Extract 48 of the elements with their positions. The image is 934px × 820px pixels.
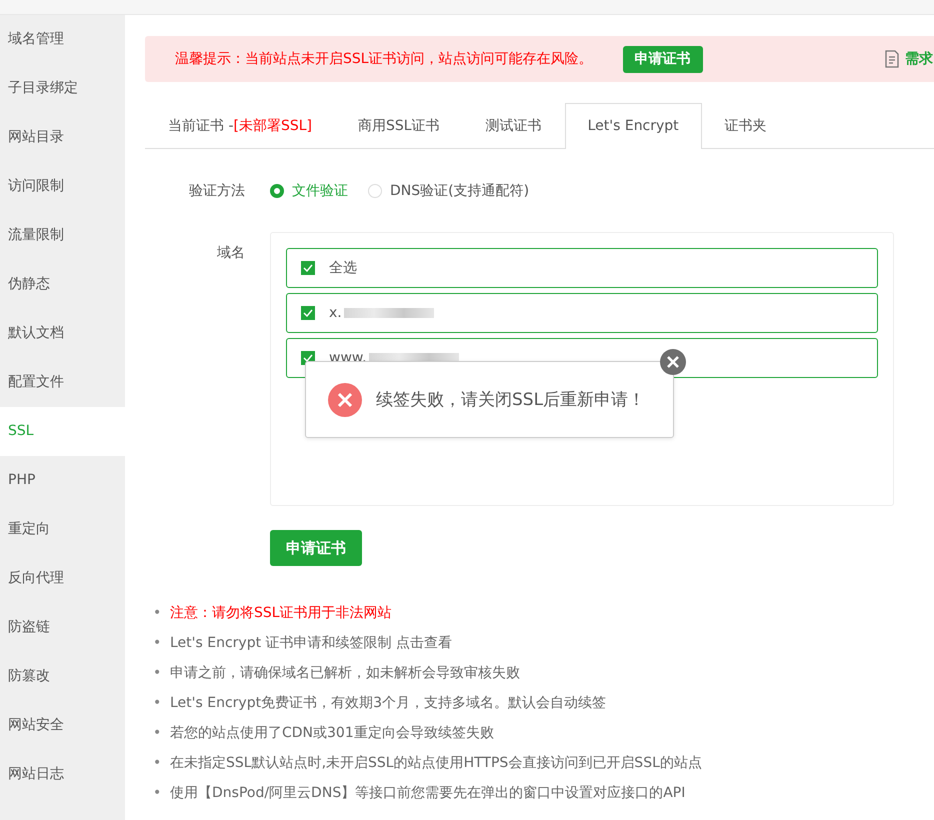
- bullet: •: [153, 784, 162, 802]
- error-message: 续签失败，请关闭SSL后重新申请！: [376, 389, 646, 411]
- sidebar-item[interactable]: 默认文档: [0, 309, 125, 358]
- domain-name: x.: [329, 305, 342, 321]
- note-text: Let's Encrypt免费证书，有效期3个月，支持多域名。默认会自动续签: [170, 694, 606, 712]
- tab[interactable]: 测试证书: [462, 103, 565, 148]
- note-text: 在未指定SSL默认站点时,未开启SSL的站点使用HTTPS会直接访问到已开启SSL的站点: [170, 754, 702, 772]
- sidebar-item[interactable]: 网站日志: [0, 750, 125, 799]
- sidebar-item[interactable]: 访问限制: [0, 162, 125, 211]
- checkbox[interactable]: [301, 306, 315, 320]
- tab[interactable]: 当前证书 -[未部署SSL]: [145, 103, 336, 148]
- close-icon[interactable]: [660, 349, 686, 375]
- sidebar-item[interactable]: PHP: [0, 456, 125, 505]
- sidebar-item[interactable]: 网站目录: [0, 113, 125, 162]
- bullet: •: [153, 694, 162, 712]
- sidebar-item[interactable]: 流量限制: [0, 211, 125, 260]
- sidebar-item[interactable]: 配置文件: [0, 358, 125, 407]
- domain-option[interactable]: x.: [286, 293, 878, 333]
- error-icon: [328, 382, 362, 416]
- sidebar-item[interactable]: 网站安全: [0, 701, 125, 750]
- bullet: •: [153, 724, 162, 742]
- domain-option[interactable]: 全选: [286, 248, 878, 288]
- bullet: •: [153, 754, 162, 772]
- tab[interactable]: 证书夹: [702, 103, 790, 148]
- bullet: •: [153, 604, 162, 622]
- sidebar-item[interactable]: 伪静态: [0, 260, 125, 309]
- note-text: 若您的站点使用了CDN或301重定向会导致续签失败: [170, 724, 494, 742]
- document-icon: [884, 50, 900, 68]
- checkbox[interactable]: [301, 261, 315, 275]
- note-text: 申请之前，请确保域名已解析，如未解析会导致审核失败: [170, 664, 520, 682]
- bullet: •: [153, 664, 162, 682]
- sidebar-item[interactable]: 防篡改: [0, 652, 125, 701]
- sidebar-item[interactable]: 防盗链: [0, 603, 125, 652]
- bullet: •: [153, 634, 162, 652]
- field-label: 域名: [216, 244, 246, 263]
- sidebar-item[interactable]: 重定向: [0, 505, 125, 554]
- tab[interactable]: 商用SSL证书: [335, 103, 463, 148]
- note-text: 使用【DnsPod/阿里云DNS】等接口前您需要先在弹出的窗口中设置对应接口的API: [170, 784, 686, 802]
- tab[interactable]: Let's Encrypt: [564, 103, 702, 149]
- note-text: 注意：请勿将SSL证书用于非法网站: [170, 604, 392, 622]
- warning-text: 温馨提示：当前站点未开启SSL证书访问，站点访问可能存在风险。: [175, 50, 593, 68]
- domain-name: 全选: [329, 259, 357, 277]
- note-text: Let's Encrypt 证书申请和续签限制 点击查看: [170, 634, 452, 652]
- sidebar-item[interactable]: 域名管理: [0, 15, 125, 64]
- field-label: 验证方法: [188, 182, 246, 200]
- sidebar-item[interactable]: 反向代理: [0, 554, 125, 603]
- radio-option[interactable]: DNS验证(支持通配符): [368, 182, 530, 200]
- sidebar-item[interactable]: 子目录绑定: [0, 64, 125, 113]
